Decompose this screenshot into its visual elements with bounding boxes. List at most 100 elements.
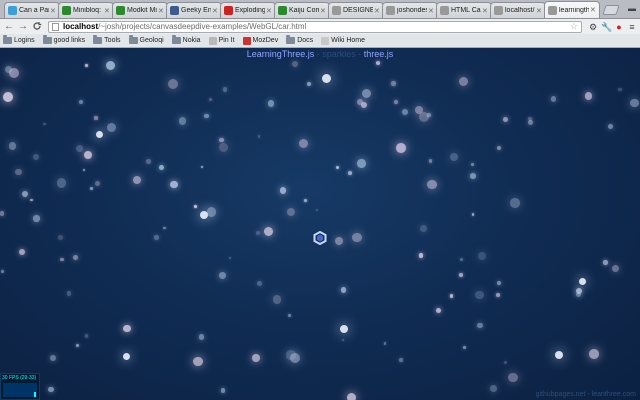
credit-link-threejs[interactable]: three.js — [364, 49, 394, 59]
wrench-icon[interactable]: 🔧 — [601, 22, 612, 32]
bookmark-3[interactable]: Geoloqi — [128, 35, 164, 44]
sparkle-particle — [75, 343, 79, 348]
sparkle-particle — [75, 145, 83, 153]
bright-sparkle-particle — [200, 211, 208, 219]
sparkle-particle — [43, 122, 47, 126]
tab-label: Can a Parki — [19, 7, 49, 14]
credit-link-learningthree[interactable]: LearningThree.js — [247, 49, 315, 59]
sparkle-particle — [56, 178, 67, 189]
forward-button[interactable]: → — [17, 21, 29, 33]
bookmark-star-icon[interactable]: ☆ — [570, 21, 578, 32]
tab-9[interactable]: localhost/✕ — [490, 2, 546, 18]
tab-close-icon[interactable]: ✕ — [428, 7, 434, 15]
bookmark-label: MozDev — [252, 37, 279, 44]
tab-favicon-icon — [278, 6, 287, 15]
sparkle-particle — [84, 334, 89, 338]
sparkle-particle — [209, 97, 213, 102]
sparkle-particle — [291, 61, 298, 68]
sparkle-particle — [193, 356, 203, 367]
sparkle-particle — [510, 198, 521, 209]
tab-2[interactable]: Modkit Micr✕ — [112, 2, 168, 18]
sparkle-particle — [383, 342, 387, 345]
sparkle-particle — [507, 372, 518, 383]
tab-close-icon[interactable]: ✕ — [104, 7, 110, 15]
sparkle-particle — [502, 117, 508, 123]
tab-close-icon[interactable]: ✕ — [50, 7, 56, 15]
back-button[interactable]: ← — [3, 21, 15, 33]
folder-icon — [42, 35, 52, 44]
bookmark-7[interactable]: Docs — [286, 35, 313, 44]
bookmark-1[interactable]: good links — [42, 35, 85, 44]
fps-stats-panel[interactable]: 30 FPS (29-33) — [0, 373, 40, 400]
tab-3[interactable]: Geeky End✕ — [166, 2, 222, 18]
tab-5[interactable]: Kaiju Comb✕ — [274, 2, 330, 18]
bookmark-6[interactable]: MozDev — [242, 36, 279, 45]
sparkle-particle — [357, 159, 366, 168]
tab-favicon-icon — [440, 6, 449, 15]
tab-6[interactable]: DESIGNER✕ — [328, 2, 384, 18]
sparkle-particle — [459, 77, 469, 87]
webgl-canvas[interactable]: LearningThree.js - sparkles - three.js 3… — [0, 48, 640, 400]
new-tab-button[interactable] — [602, 5, 620, 15]
credit-separator: - sparkles - — [314, 49, 364, 59]
tab-10[interactable]: learningthr ✕ — [544, 1, 600, 18]
reload-button[interactable] — [31, 21, 43, 33]
bright-sparkle-particle — [322, 74, 331, 83]
window-controls: ▬ — [628, 5, 636, 13]
tab-label: Minibloq: gi — [73, 7, 103, 14]
sparkle-particle — [463, 345, 467, 349]
bookmark-2[interactable]: Tools — [93, 35, 121, 44]
tab-close-icon[interactable]: ✕ — [320, 7, 326, 15]
bookmark-4[interactable]: Nokia — [171, 35, 201, 44]
bookmark-8[interactable]: Wiki Home — [321, 36, 365, 45]
settings-icon[interactable]: ≡ — [627, 22, 637, 32]
bookmark-label: Pin It — [218, 37, 235, 44]
sparkle-particle — [375, 61, 381, 66]
sparkle-particle — [168, 79, 179, 90]
sparkle-particle — [496, 145, 501, 150]
bookmark-5[interactable]: Pin It — [208, 36, 235, 45]
tab-close-icon[interactable]: ✕ — [482, 7, 488, 15]
sparkle-particle — [420, 225, 428, 232]
sparkle-particle — [57, 234, 63, 240]
tab-close-icon[interactable]: ✕ — [212, 7, 218, 15]
sparkle-particle — [0, 211, 5, 216]
tab-close-icon[interactable]: ✕ — [158, 7, 164, 15]
tab-label: Modkit Micr — [127, 7, 157, 14]
tab-1[interactable]: Minibloq: gi✕ — [58, 2, 114, 18]
sparkle-particle — [60, 258, 64, 262]
sparkle-particle — [264, 227, 274, 237]
fps-graph — [3, 383, 37, 397]
tab-7[interactable]: joshondes ✕ — [382, 2, 438, 18]
tab-label: Geeky End — [181, 7, 211, 14]
bookmark-0[interactable]: Logins — [3, 35, 35, 44]
folder-icon — [128, 35, 138, 44]
sparkle-particle — [504, 361, 508, 365]
minimize-icon[interactable]: ▬ — [628, 5, 636, 13]
sparkle-particle — [146, 159, 152, 165]
sparkle-particle — [123, 324, 131, 333]
tab-label: DESIGNER — [343, 7, 373, 14]
tab-8[interactable]: HTML Canv✕ — [436, 2, 492, 18]
bright-sparkle-particle — [123, 353, 130, 360]
sparkle-particle — [394, 100, 399, 104]
sparkle-particle — [630, 98, 639, 107]
tab-close-icon[interactable]: ✕ — [536, 7, 542, 15]
extension-icon[interactable]: ⚙ — [588, 22, 598, 32]
tab-close-icon[interactable]: ✕ — [374, 7, 380, 15]
sparkle-particle — [427, 180, 437, 190]
address-bar[interactable]: localhost /~josh/projects/canvasdeepdive… — [48, 20, 582, 33]
sparkle-particle — [200, 165, 203, 168]
tab-0[interactable]: Can a Parki✕ — [4, 2, 60, 18]
bright-sparkle-particle — [555, 351, 563, 359]
sparkle-particle — [78, 99, 83, 104]
tab-favicon-icon — [62, 6, 71, 15]
sparkle-particle — [3, 92, 14, 103]
extension-red-icon[interactable]: ● — [614, 22, 624, 32]
sparkle-particle — [304, 199, 307, 203]
tab-close-icon[interactable]: ✕ — [266, 7, 272, 15]
tab-close-icon[interactable]: ✕ — [590, 6, 596, 14]
tab-4[interactable]: Exploding ✕ — [220, 2, 276, 18]
sparkle-particle — [477, 322, 483, 329]
sparkle-particle — [471, 213, 475, 216]
